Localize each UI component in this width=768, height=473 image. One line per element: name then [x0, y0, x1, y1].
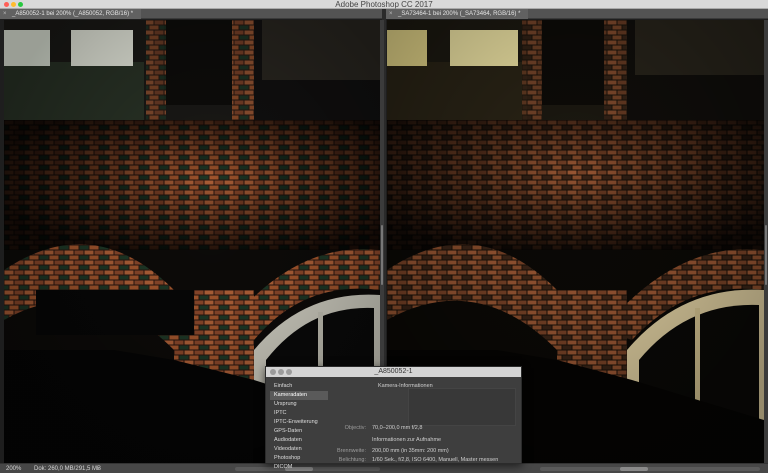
focal-length-label: Brennweite:: [336, 448, 366, 454]
nav-item-videodaten[interactable]: Videodaten: [270, 445, 328, 454]
exposure-value: 1/60 Sek., f/2,8, ISO 6400, Manuell, Mas…: [372, 457, 499, 463]
nav-item-iptc[interactable]: IPTC: [270, 409, 328, 418]
vertical-scrollbar-2[interactable]: [764, 20, 768, 463]
nav-item-ursprung[interactable]: Ursprung: [270, 400, 328, 409]
capture-info-heading: Informationen zur Aufnahme: [372, 437, 442, 443]
status-bar: 200% Dok: 260,0 MB/291,5 MB ›: [0, 463, 768, 473]
zoom-level[interactable]: 200%: [6, 464, 21, 473]
close-icon[interactable]: ×: [3, 9, 7, 19]
nav-item-gps-daten[interactable]: GPS-Daten: [270, 427, 328, 436]
app-title: Adobe Photoshop CC 2017: [335, 0, 433, 9]
document-size: Dok: 260,0 MB/291,5 MB: [34, 466, 102, 472]
scroll-thumb[interactable]: [765, 225, 767, 285]
nav-item-photoshop[interactable]: Photoshop: [270, 454, 328, 463]
tabbar-right: × _SA73464-1 bei 200% (_SA73464, RGB/16)…: [386, 9, 768, 19]
dialog-title: _A850052-1: [374, 368, 413, 375]
nav-item-dicom[interactable]: DICOM: [270, 463, 328, 472]
nav-item-iptc-erweiterung[interactable]: IPTC-Erweiterung: [270, 418, 328, 427]
nav-item-audiodaten[interactable]: Audiodaten: [270, 436, 328, 445]
document-tab-1-label: _A850052-1 bei 200% (_A850052, RGB/16) *: [12, 11, 134, 17]
dialog-category-list: Einfach Kameradaten Ursprung IPTC IPTC-E…: [270, 382, 328, 472]
objective-label: Objectiv:: [344, 425, 366, 431]
camera-info-field[interactable]: [408, 388, 516, 426]
app-titlebar: Adobe Photoshop CC 2017: [0, 0, 768, 9]
document-tab-2-label: _SA73464-1 bei 200% (_SA73464, RGB/16) *: [398, 11, 521, 17]
nav-item-einfach[interactable]: Einfach: [270, 382, 328, 391]
scroll-thumb[interactable]: [381, 225, 383, 285]
objective-value: 70,0–200,0 mm f/2,8: [372, 425, 423, 431]
nav-item-kameradaten[interactable]: Kameradaten: [270, 391, 328, 400]
scroll-thumb[interactable]: [620, 467, 648, 471]
document-tab-1[interactable]: × _A850052-1 bei 200% (_A850052, RGB/16)…: [0, 9, 142, 19]
horizontal-scrollbar-2[interactable]: [540, 467, 760, 471]
dialog-content: Kamera-Informationen Objectiv: 70,0–200,…: [332, 379, 517, 463]
exposure-label: Belichtung:: [338, 457, 366, 463]
file-info-dialog: _A850052-1 Einfach Kameradaten Ursprung …: [265, 366, 522, 470]
focal-length-value: 200,00 mm (in 35mm: 200 mm): [372, 448, 449, 454]
document-tab-2[interactable]: × _SA73464-1 bei 200% (_SA73464, RGB/16)…: [386, 9, 529, 19]
close-icon[interactable]: ×: [389, 9, 393, 19]
dialog-titlebar: _A850052-1: [266, 367, 521, 377]
status-menu-arrow[interactable]: ›: [97, 464, 99, 473]
tabbar-left: × _A850052-1 bei 200% (_A850052, RGB/16)…: [0, 9, 382, 19]
